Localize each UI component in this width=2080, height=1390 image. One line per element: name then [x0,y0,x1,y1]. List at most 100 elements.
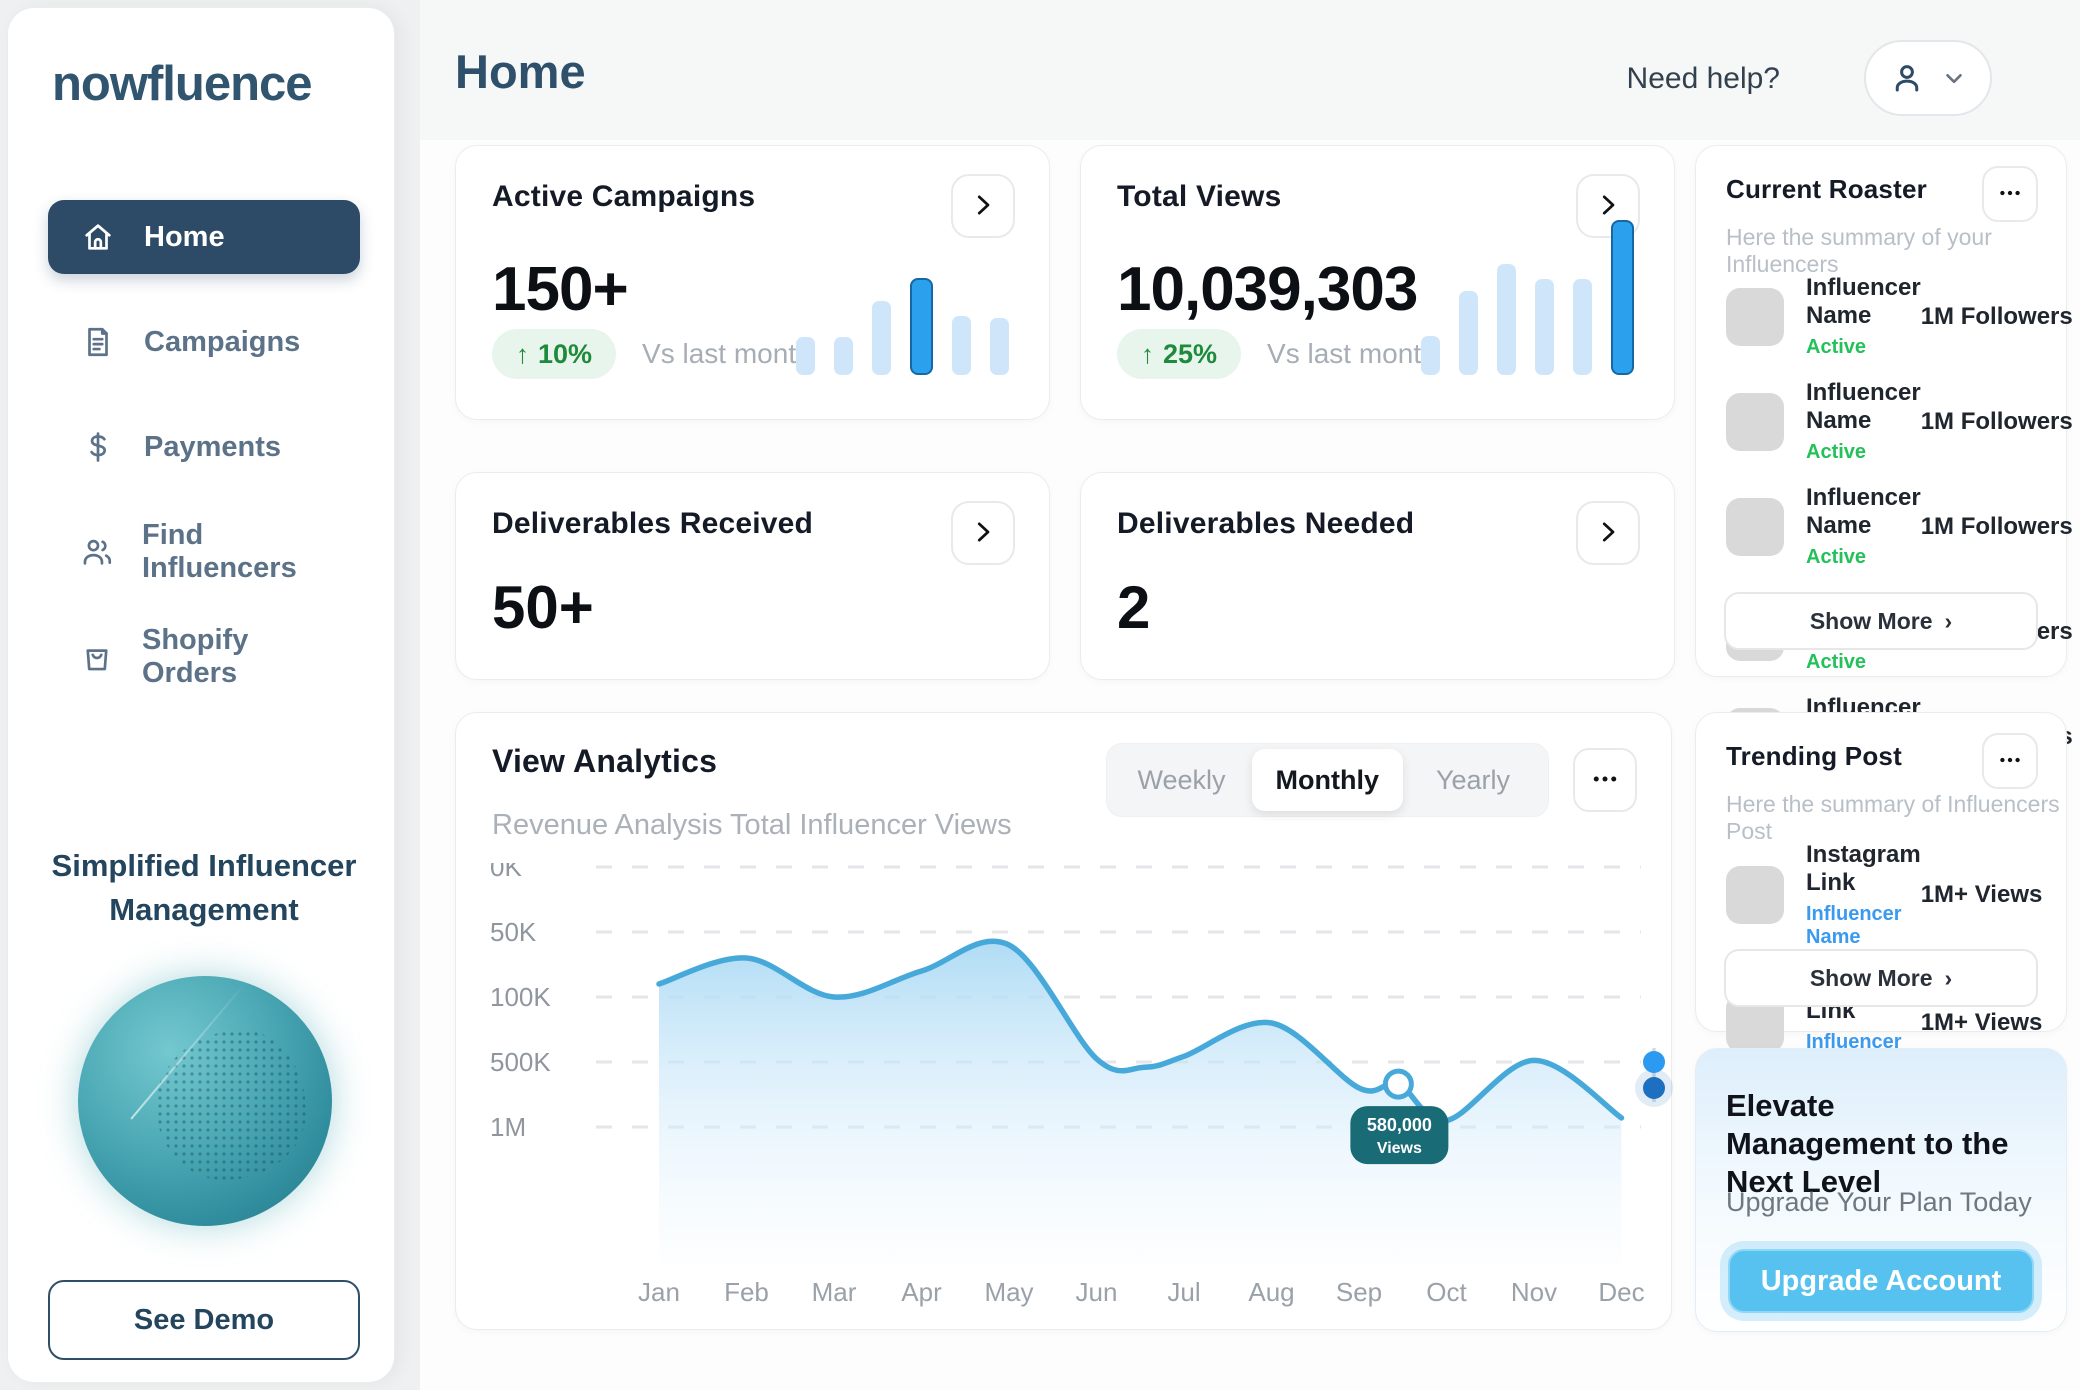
followers-count: 1M Followers [1921,408,2073,436]
trending-post-card: Trending Post Here the summary of Influe… [1695,712,2067,1032]
sidebar-item-label: Payments [144,431,281,464]
see-demo-button[interactable]: See Demo [48,1280,360,1360]
ellipsis-icon [1997,180,2023,209]
roster-row[interactable]: Influencer NameActive1M Followers [1726,484,2036,569]
influencer-name: Influencer Name [1806,379,1921,435]
upgrade-promo-card: Elevate Management to the Next Level Upg… [1695,1048,2067,1332]
open-deliverables-needed-button[interactable] [1576,501,1640,565]
active-campaigns-card: Active Campaigns 150+ ↑10% Vs last month [455,145,1050,420]
ellipsis-icon [1997,747,2023,776]
svg-text:Views: Views [1377,1140,1422,1157]
delta-note: Vs last month [1267,338,1437,370]
bar [834,337,853,375]
globe-landmass [156,1030,306,1180]
post-title: Instagram Link [1806,841,1921,897]
period-tab-group: WeeklyMonthlyYearly [1106,743,1549,817]
sidebar-item-label: Shopify Orders [142,624,328,690]
analytics-area-chart[interactable]: 1M500K100K50K0KJanFebMarAprMayJunJulAugS… [456,863,1673,1331]
document-icon [80,324,116,360]
tab-weekly[interactable]: Weekly [1112,749,1252,811]
mini-bar-chart [1421,215,1634,375]
sidebar-item-label: Find Influencers [142,519,328,585]
followers-count: 1M Followers [1921,513,2073,541]
bar [990,318,1009,375]
roster-row[interactable]: Influencer NameActive1M Followers [1726,274,2036,359]
trending-show-more-button[interactable]: Show More› [1724,949,2038,1007]
views-count: 1M+ Views [1921,881,2043,909]
card-title: Total Views [1117,180,1281,214]
bar [1535,279,1554,375]
sidebar-item-payments[interactable]: Payments [48,410,360,484]
svg-text:Oct: Oct [1426,1277,1467,1307]
trending-menu-button[interactable] [1982,733,2038,789]
chevron-right-icon: › [1945,965,1953,992]
svg-text:Jul: Jul [1167,1277,1200,1307]
chevron-down-icon [1941,65,1967,91]
top-header: Home Need help? [420,0,2080,140]
chevron-right-icon [1593,517,1623,550]
svg-text:500K: 500K [490,1047,551,1077]
sidebar: nowfluence HomeCampaignsPaymentsFind Inf… [8,8,394,1382]
analytics-menu-button[interactable] [1573,748,1637,812]
card-title: Deliverables Received [492,507,813,541]
globe-illustration [78,976,332,1226]
bar-highlighted [1611,220,1634,375]
roster-show-more-button[interactable]: Show More› [1724,592,2038,650]
trending-subtitle: Here the summary of Influencers Post [1726,791,2066,845]
bar [1573,279,1592,375]
svg-text:Dec: Dec [1598,1277,1644,1307]
influencer-link[interactable]: Influencer Name [1806,903,1921,949]
delta-note: Vs last month [642,338,812,370]
current-roster-card: Current Roaster Here the summary of your… [1695,145,2067,677]
sidebar-item-campaigns[interactable]: Campaigns [48,305,360,379]
sidebar-item-label: Home [144,221,225,254]
open-deliverables-received-button[interactable] [951,501,1015,565]
sidebar-item-find-influencers[interactable]: Find Influencers [48,515,360,589]
upgrade-account-button[interactable]: Upgrade Account [1728,1249,2034,1313]
need-help-link[interactable]: Need help? [1627,62,1780,96]
total-views-card: Total Views 10,039,303 ↑25% Vs last mont… [1080,145,1675,420]
svg-text:Nov: Nov [1511,1277,1557,1307]
sidebar-item-shopify-orders[interactable]: Shopify Orders [48,620,360,694]
sidebar-item-label: Campaigns [144,326,300,359]
avatar [1726,866,1784,924]
roster-menu-button[interactable] [1982,166,2038,222]
mini-bar-chart [796,215,1009,375]
view-analytics-card: View Analytics Revenue Analysis Total In… [455,712,1672,1330]
card-title: Deliverables Needed [1117,507,1414,541]
tab-monthly[interactable]: Monthly [1252,749,1403,811]
user-icon [1889,60,1925,96]
status-badge: Active [1806,651,1921,674]
stat-value: 50+ [492,573,594,642]
card-title: Active Campaigns [492,180,755,214]
roster-row[interactable]: Influencer NameActive1M Followers [1726,379,2036,464]
svg-text:May: May [984,1277,1033,1307]
avatar [1726,498,1784,556]
followers-count: 1M Followers [1921,303,2073,331]
deliverables-needed-card: Deliverables Needed 2 [1080,472,1675,680]
influencer-name: Influencer Name [1806,484,1921,540]
tab-yearly[interactable]: Yearly [1403,749,1543,811]
stat-value: 10,039,303 [1117,254,1417,325]
views-count: 1M+ Views [1921,1009,2043,1037]
svg-text:Jun: Jun [1076,1277,1118,1307]
sidebar-item-home[interactable]: Home [48,200,360,274]
status-badge: Active [1806,441,1921,464]
trending-row[interactable]: Instagram LinkInfluencer Name1M+ Views [1726,841,2036,949]
avatar [1726,288,1784,346]
bar-highlighted [910,278,933,375]
sidebar-nav: Home Campaigns Payments Find Influencers Sho… [48,200,360,725]
stat-value: 150+ [492,254,628,325]
chevron-right-icon: › [1945,608,1953,635]
shopping-bag-icon [80,639,114,675]
avatar [1726,393,1784,451]
sidebar-tagline: Simplified Influencer Management [38,844,370,932]
bar [1497,264,1516,375]
card-title: Trending Post [1726,741,1902,772]
arrow-up-icon: ↑ [1141,339,1154,370]
stat-value: 2 [1117,573,1150,642]
dollar-icon [80,429,116,465]
svg-text:0K: 0K [490,863,522,882]
account-menu-button[interactable] [1864,40,1992,116]
app-root: nowfluence HomeCampaignsPaymentsFind Inf… [0,0,2080,1390]
